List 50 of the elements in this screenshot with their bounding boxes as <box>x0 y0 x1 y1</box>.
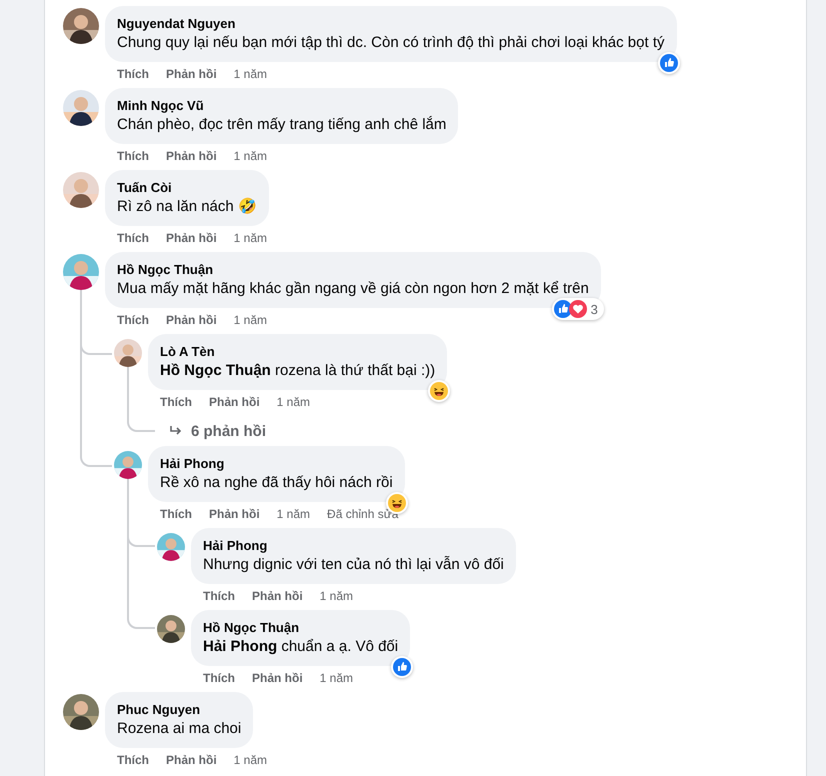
action-link[interactable]: Phản hồi <box>166 313 217 327</box>
action-link[interactable]: Thích <box>117 149 149 163</box>
commenter-name[interactable]: Phuc Nguyen <box>117 701 242 718</box>
comment-text: Chung quy lại nếu bạn mới tập thì dc. Còn có trình độ thì phải chơi loại khác bọt tý <box>117 33 664 53</box>
action-link[interactable]: Phản hồi <box>209 507 260 521</box>
action-link[interactable]: Thích <box>117 313 149 327</box>
action-link[interactable]: Phản hồi <box>166 67 217 81</box>
comment-text: Hồ Ngọc Thuận rozena là thứ thất bại :)) <box>160 361 436 381</box>
action-link[interactable]: Thích <box>203 589 235 603</box>
timestamp[interactable]: 1 năm <box>234 231 268 245</box>
timestamp[interactable]: 1 năm <box>234 313 268 327</box>
action-link[interactable]: Thích <box>117 67 149 81</box>
commenter-name[interactable]: Minh Ngọc Vũ <box>117 97 446 114</box>
action-link[interactable]: Thích <box>160 395 192 409</box>
comment-text: Rì zô na lăn nách 🤣 <box>117 196 257 217</box>
action-link[interactable]: Phản hồi <box>166 753 217 767</box>
comment-text: Nhưng dignic với ten của nó thì lại vẫn vô đối <box>203 555 504 575</box>
timestamp[interactable]: 1 năm <box>234 149 268 163</box>
commenter-name[interactable]: Hồ Ngọc Thuận <box>117 261 589 278</box>
timestamp[interactable]: 1 năm <box>276 507 310 521</box>
commenter-name[interactable]: Nguyendat Nguyen <box>117 15 664 32</box>
action-link[interactable]: Phản hồi <box>209 395 260 409</box>
timestamp[interactable]: 1 năm <box>276 395 310 409</box>
thread-connector <box>80 446 112 467</box>
commenter-name[interactable]: Hồ Ngọc Thuận <box>203 619 398 636</box>
commenter-name[interactable]: Lò A Tèn <box>160 343 436 360</box>
reaction-badge[interactable]: 3 <box>552 298 604 320</box>
comment-text: Rề xô na nghe đã thấy hôi nách rồi <box>160 473 393 493</box>
view-replies-link[interactable]: 6 phản hồi <box>157 422 266 440</box>
comment-text: Mua mấy mặt hãng khác gần ngang về giá còn ngon hơn 2 mặt kể trên <box>117 279 589 299</box>
comment-text: Hải Phong chuẩn a ạ. Vô đối <box>203 637 398 657</box>
timestamp[interactable]: 1 năm <box>234 67 268 81</box>
action-link[interactable]: Phản hồi <box>252 671 303 685</box>
timestamp[interactable]: 1 năm <box>320 671 354 685</box>
action-link[interactable]: Thích <box>117 753 149 767</box>
comment-text: Rozena ai ma choi <box>117 719 242 739</box>
action-link[interactable]: Thích <box>117 231 149 245</box>
action-link[interactable]: Phản hồi <box>252 589 303 603</box>
action-link[interactable]: Phản hồi <box>166 231 217 245</box>
timestamp[interactable]: 1 năm <box>234 753 268 767</box>
commenter-name[interactable]: Hải Phong <box>160 455 393 472</box>
timestamp[interactable]: 1 năm <box>320 589 354 603</box>
action-link[interactable]: Thích <box>160 507 192 521</box>
action-link[interactable]: Phản hồi <box>166 149 217 163</box>
thread-connector <box>127 610 155 629</box>
commenter-name[interactable]: Hải Phong <box>203 537 504 554</box>
commenter-name[interactable]: Tuấn Còi <box>117 179 257 196</box>
action-link[interactable]: Thích <box>203 671 235 685</box>
comment-text: Chán phèo, đọc trên mấy trang tiếng anh chê lắm <box>117 115 446 135</box>
reaction-count: 3 <box>590 302 599 316</box>
